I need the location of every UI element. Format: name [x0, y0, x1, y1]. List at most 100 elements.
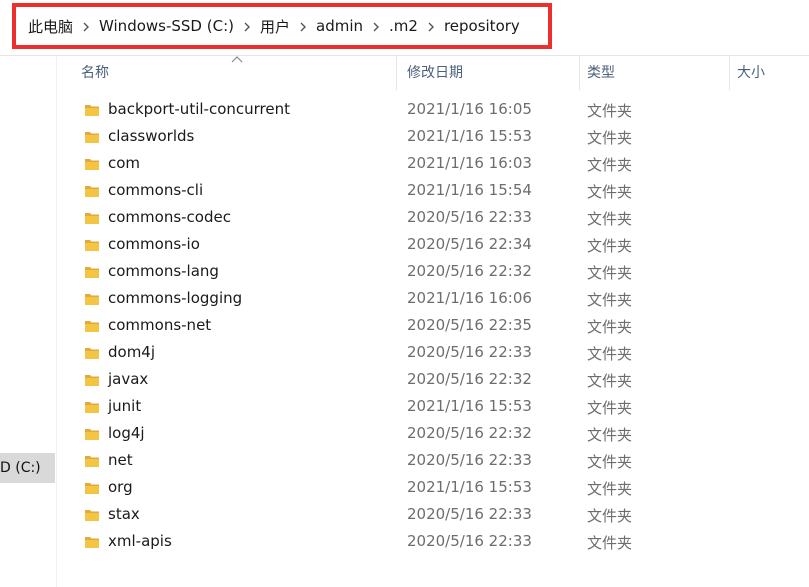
file-type: 文件夹 [587, 345, 633, 363]
file-name: xml-apis [108, 532, 172, 550]
file-name: commons-codec [108, 208, 231, 226]
folder-icon [85, 429, 99, 440]
file-name: com [108, 154, 141, 172]
file-type: 文件夹 [587, 534, 633, 552]
column-header-size[interactable]: 大小 [737, 56, 765, 90]
nav-item-label: D (C:) [0, 460, 41, 476]
file-date: 2021/1/16 15:53 [407, 397, 532, 415]
chevron-right-icon[interactable] [363, 19, 389, 33]
folder-icon [85, 105, 99, 116]
address-bar[interactable]: 此电脑 Windows-SSD (C:) 用户 admin .m2 reposi… [0, 0, 809, 56]
file-date: 2020/5/16 22:32 [407, 424, 532, 442]
file-name: commons-net [108, 316, 212, 334]
folder-icon [85, 456, 99, 467]
list-item[interactable]: com 2021/1/16 16:03 文件夹 [56, 151, 809, 178]
folder-icon [85, 132, 99, 143]
file-date: 2021/1/16 16:05 [407, 100, 532, 118]
breadcrumb-item-windows-ssd[interactable]: Windows-SSD (C:) [99, 17, 234, 35]
list-item[interactable]: backport-util-concurrent 2021/1/16 16:05 文… [56, 97, 809, 124]
list-item[interactable]: javax 2020/5/16 22:32 文件夹 [56, 367, 809, 394]
file-name: junit [108, 397, 142, 415]
chevron-right-icon[interactable] [234, 19, 260, 33]
file-name: org [108, 478, 133, 496]
column-header-date[interactable]: 修改日期 [407, 56, 463, 90]
folder-icon [85, 294, 99, 305]
folder-icon [85, 537, 99, 548]
file-name: classworlds [108, 127, 195, 145]
list-item[interactable]: dom4j 2020/5/16 22:33 文件夹 [56, 340, 809, 367]
file-type: 文件夹 [587, 291, 633, 309]
file-type: 文件夹 [587, 318, 633, 336]
file-type: 文件夹 [587, 210, 633, 228]
file-date: 2021/1/16 16:03 [407, 154, 532, 172]
file-name: log4j [108, 424, 145, 442]
file-type: 文件夹 [587, 453, 633, 471]
file-type: 文件夹 [587, 129, 633, 147]
list-item[interactable]: xml-apis 2020/5/16 22:33 文件夹 [56, 529, 809, 556]
breadcrumb-item-this-pc[interactable]: 此电脑 [28, 16, 73, 37]
file-type: 文件夹 [587, 480, 633, 498]
folder-icon [85, 159, 99, 170]
breadcrumb-item-users[interactable]: 用户 [260, 16, 290, 37]
file-type: 文件夹 [587, 237, 633, 255]
file-name: commons-cli [108, 181, 204, 199]
list-item[interactable]: classworlds 2021/1/16 15:53 文件夹 [56, 124, 809, 151]
file-name: commons-logging [108, 289, 243, 307]
column-divider[interactable] [396, 56, 397, 90]
breadcrumb-item-m2[interactable]: .m2 [389, 17, 418, 35]
file-date: 2020/5/16 22:34 [407, 235, 532, 253]
nav-item-drive-c[interactable]: D (C:) [0, 453, 55, 483]
file-type: 文件夹 [587, 507, 633, 525]
list-item[interactable]: commons-io 2020/5/16 22:34 文件夹 [56, 232, 809, 259]
file-type: 文件夹 [587, 426, 633, 444]
folder-icon [85, 321, 99, 332]
chevron-right-icon[interactable] [290, 19, 316, 33]
column-divider[interactable] [579, 56, 580, 90]
list-item[interactable]: commons-cli 2021/1/16 15:54 文件夹 [56, 178, 809, 205]
list-item[interactable]: commons-lang 2020/5/16 22:32 文件夹 [56, 259, 809, 286]
folder-icon [85, 510, 99, 521]
folder-icon [85, 186, 99, 197]
list-item[interactable]: stax 2020/5/16 22:33 文件夹 [56, 502, 809, 529]
file-date: 2020/5/16 22:33 [407, 343, 532, 361]
chevron-right-icon[interactable] [73, 19, 99, 33]
list-item[interactable]: log4j 2020/5/16 22:32 文件夹 [56, 421, 809, 448]
file-type: 文件夹 [587, 156, 633, 174]
breadcrumb-item-repository[interactable]: repository [444, 17, 520, 35]
file-name: commons-io [108, 235, 200, 253]
navigation-pane: D (C:) [0, 56, 57, 587]
file-explorer-window: 此电脑 Windows-SSD (C:) 用户 admin .m2 reposi… [0, 0, 809, 587]
chevron-right-icon[interactable] [418, 19, 444, 33]
file-type: 文件夹 [587, 102, 633, 120]
list-item[interactable]: commons-net 2020/5/16 22:35 文件夹 [56, 313, 809, 340]
list-item[interactable]: commons-logging 2021/1/16 16:06 文件夹 [56, 286, 809, 313]
breadcrumb: 此电脑 Windows-SSD (C:) 用户 admin .m2 reposi… [12, 3, 552, 49]
list-item[interactable]: net 2020/5/16 22:33 文件夹 [56, 448, 809, 475]
breadcrumb-item-admin[interactable]: admin [316, 17, 363, 35]
list-item[interactable]: org 2021/1/16 15:53 文件夹 [56, 475, 809, 502]
folder-icon [85, 483, 99, 494]
list-item[interactable]: junit 2021/1/16 15:53 文件夹 [56, 394, 809, 421]
column-divider[interactable] [729, 56, 730, 90]
file-name: net [108, 451, 133, 469]
folder-icon [85, 402, 99, 413]
folder-icon [85, 375, 99, 386]
file-date: 2020/5/16 22:33 [407, 532, 532, 550]
file-type: 文件夹 [587, 372, 633, 390]
list-item[interactable]: commons-codec 2020/5/16 22:33 文件夹 [56, 205, 809, 232]
file-date: 2020/5/16 22:33 [407, 505, 532, 523]
sort-ascending-icon [231, 56, 243, 63]
file-type: 文件夹 [587, 399, 633, 417]
file-date: 2020/5/16 22:33 [407, 208, 532, 226]
file-date: 2021/1/16 16:06 [407, 289, 532, 307]
file-name: javax [108, 370, 149, 388]
file-date: 2021/1/16 15:54 [407, 181, 532, 199]
file-name: dom4j [108, 343, 156, 361]
file-type: 文件夹 [587, 264, 633, 282]
file-name: commons-lang [108, 262, 219, 280]
file-date: 2020/5/16 22:33 [407, 451, 532, 469]
column-header-type[interactable]: 类型 [587, 56, 615, 90]
file-name: stax [108, 505, 140, 523]
column-header-name[interactable]: 名称 [81, 56, 109, 90]
folder-icon [85, 267, 99, 278]
